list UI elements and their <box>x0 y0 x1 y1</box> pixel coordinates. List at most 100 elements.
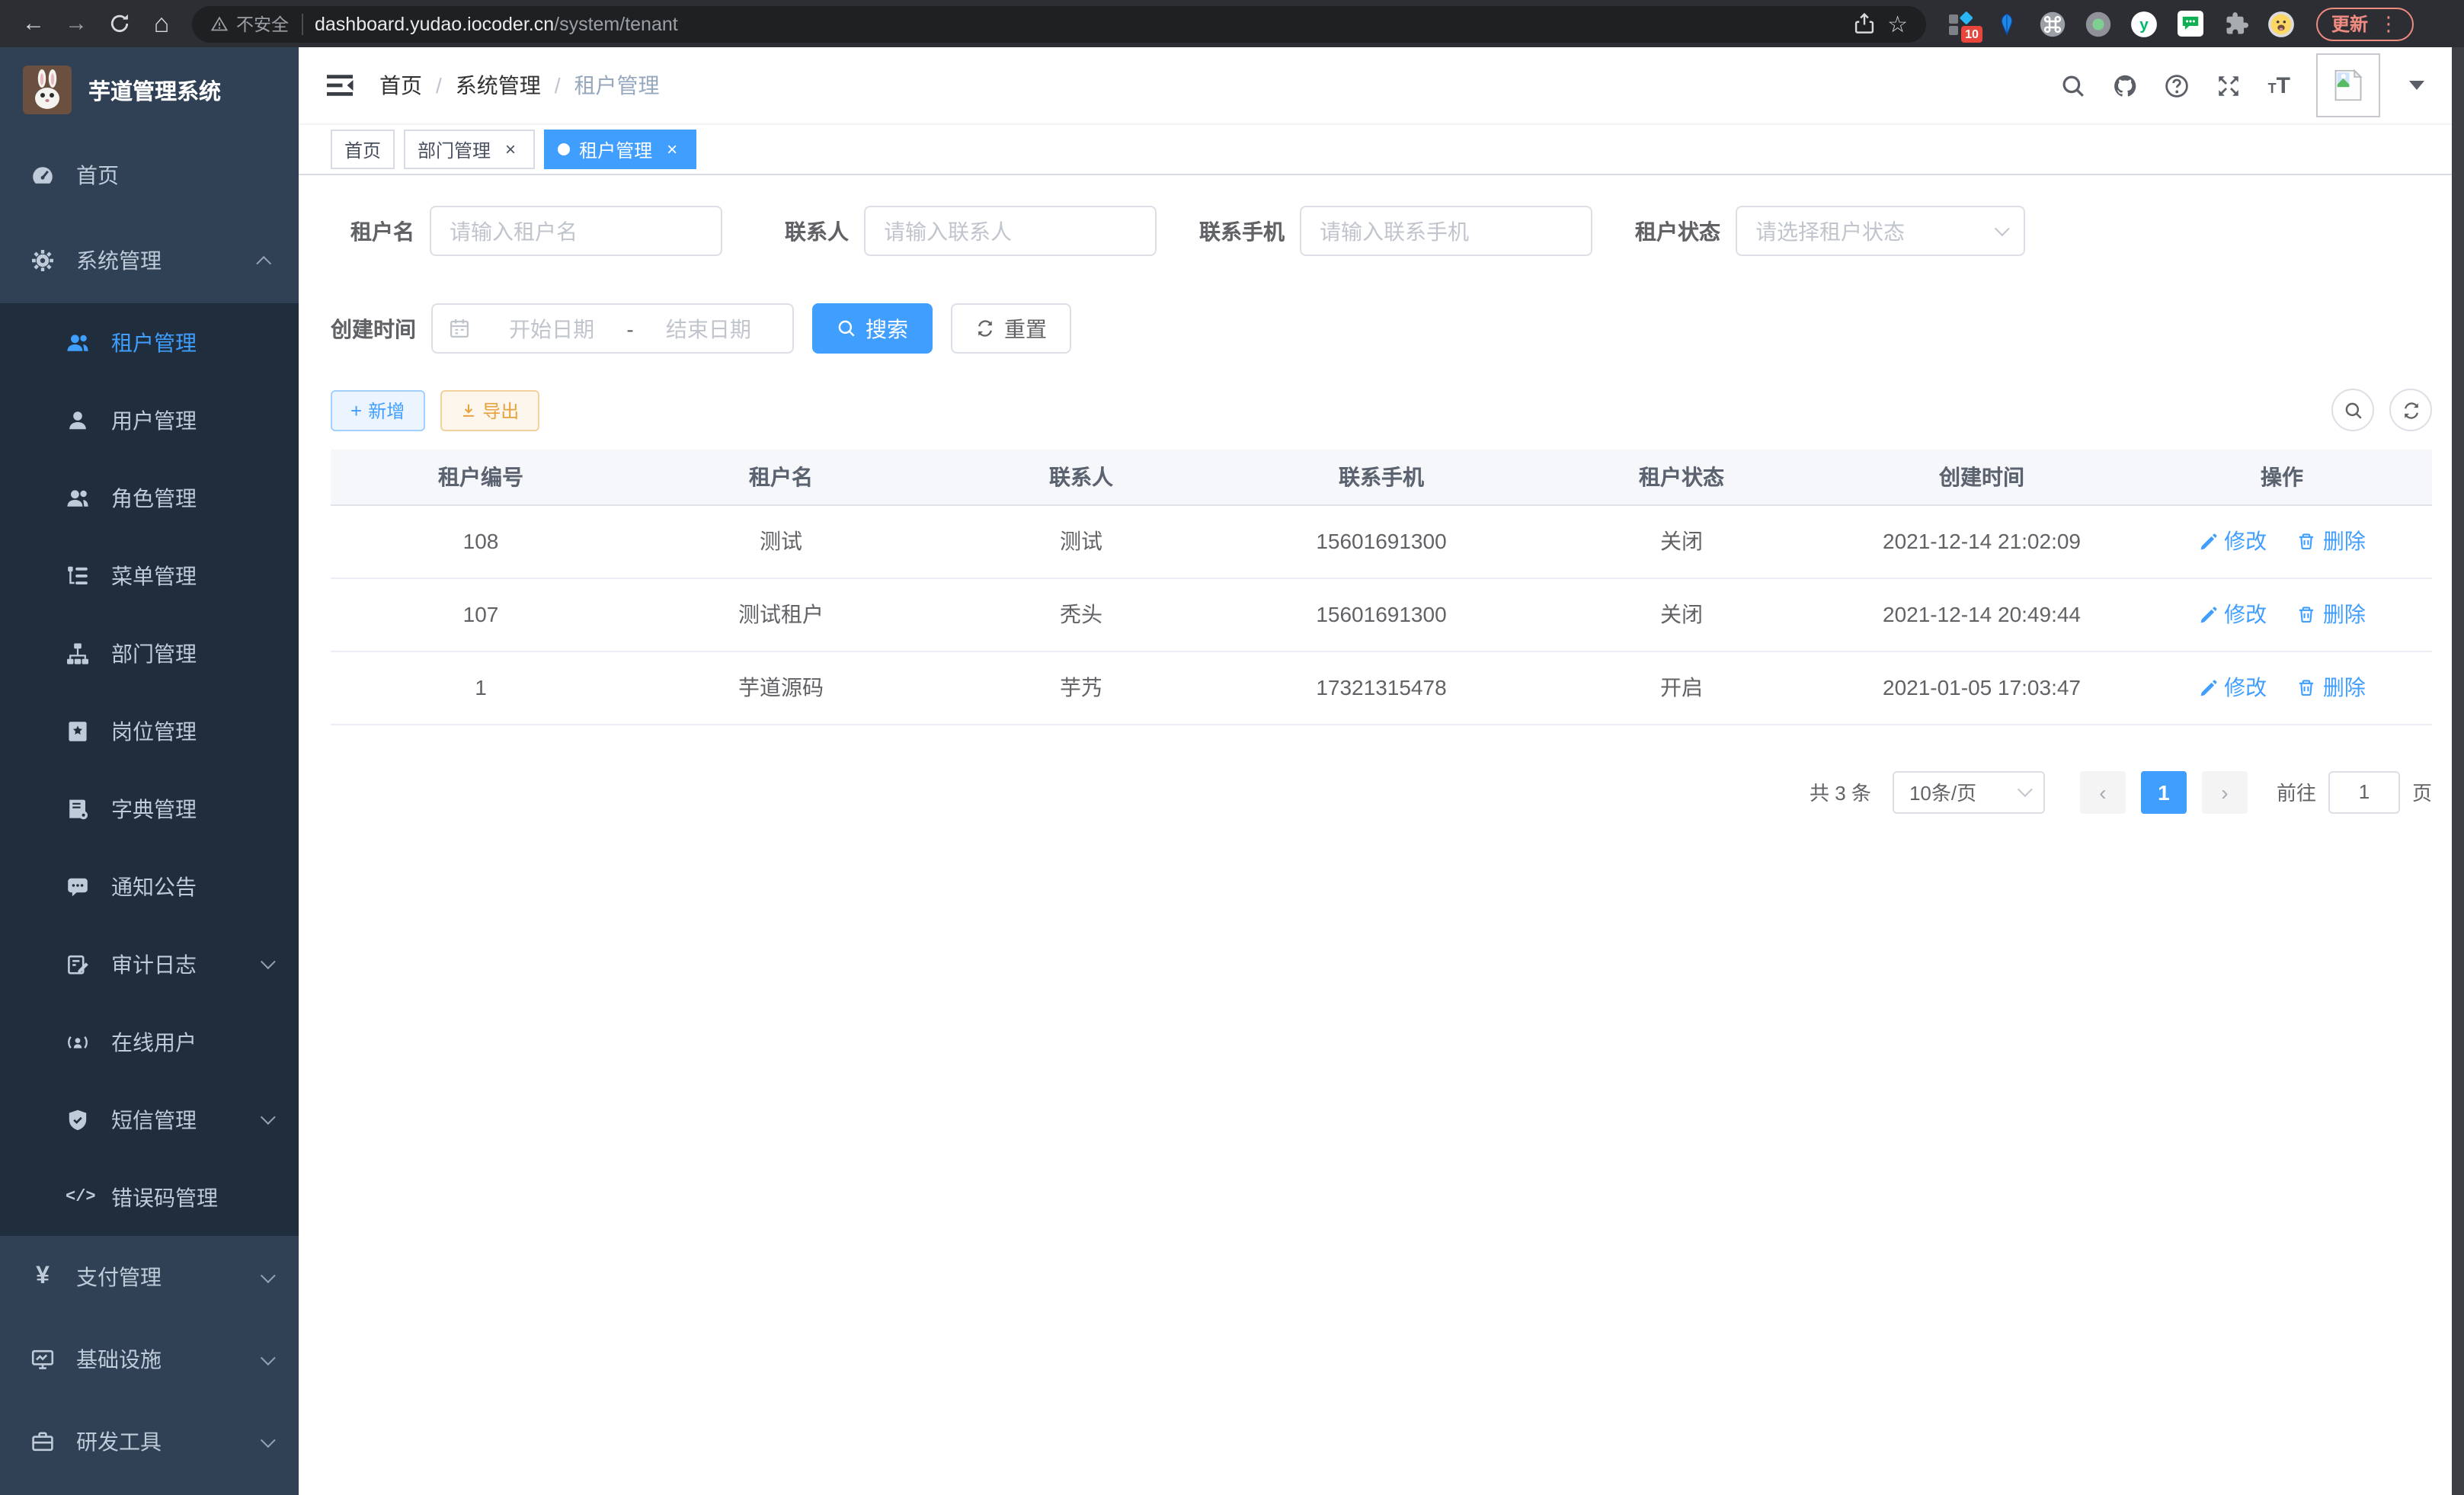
sidebar-item-dict[interactable]: 字典管理 <box>0 770 299 847</box>
status-select[interactable]: 请选择租户状态 <box>1736 206 2025 256</box>
tab-tenant[interactable]: 租户管理 × <box>544 130 696 169</box>
table-row: 108 测试 测试 15601691300 关闭 2021-12-14 21:0… <box>331 504 2432 578</box>
extensions-puzzle-icon[interactable] <box>2222 10 2249 37</box>
sidebar-item-post[interactable]: 岗位管理 <box>0 692 299 770</box>
search-icon[interactable] <box>2061 72 2087 98</box>
goto-label: 前往 <box>2277 777 2316 806</box>
export-button[interactable]: 导出 <box>440 389 539 431</box>
log-edit-icon <box>66 952 90 976</box>
delete-link[interactable]: 删除 <box>2297 526 2366 556</box>
dictionary-icon <box>66 796 90 821</box>
sidebar-item-notice[interactable]: 通知公告 <box>0 847 299 925</box>
sidebar-toggle-icon[interactable] <box>325 70 355 101</box>
trash-icon <box>2297 604 2317 624</box>
extension-command-icon[interactable] <box>2039 10 2066 37</box>
hide-search-button[interactable] <box>2331 389 2374 431</box>
pencil-icon <box>2198 531 2218 551</box>
browser-back-button[interactable]: ← <box>15 5 52 42</box>
page-size-select[interactable]: 10条/页 <box>1893 770 2045 813</box>
contact-label: 联系人 <box>765 216 864 246</box>
sidebar-item-user[interactable]: 用户管理 <box>0 381 299 459</box>
breadcrumb-home[interactable]: 首页 <box>379 70 422 101</box>
edit-link[interactable]: 修改 <box>2198 599 2267 629</box>
breadcrumb-current: 租户管理 <box>574 70 660 101</box>
fullscreen-icon[interactable] <box>2216 72 2242 98</box>
refresh-icon <box>975 319 995 338</box>
browser-update-button[interactable]: 更新 ⋮ <box>2316 7 2414 40</box>
tab-home[interactable]: 首页 <box>331 130 395 169</box>
close-icon[interactable]: × <box>661 139 683 160</box>
page-number-1[interactable]: 1 <box>2141 770 2187 813</box>
reset-button[interactable]: 重置 <box>951 303 1071 354</box>
date-range-picker[interactable]: 开始日期 - 结束日期 <box>431 303 794 354</box>
extension-yuque-icon[interactable]: y <box>2130 10 2158 37</box>
next-page-button[interactable]: › <box>2202 770 2248 813</box>
sidebar-item-pay[interactable]: ¥ 支付管理 <box>0 1236 299 1318</box>
refresh-button[interactable] <box>2389 389 2432 431</box>
browser-forward-button[interactable]: → <box>58 5 94 42</box>
extension-kite-icon[interactable] <box>1993 10 2021 37</box>
user-avatar[interactable] <box>2316 53 2380 117</box>
app-logo[interactable]: 芋道管理系统 <box>0 47 299 133</box>
bookmark-star-icon[interactable]: ☆ <box>1887 10 1908 37</box>
extension-record-icon[interactable] <box>2085 10 2112 37</box>
contact-input[interactable] <box>864 206 1157 256</box>
sidebar-item-audit-log[interactable]: 审计日志 <box>0 925 299 1003</box>
breadcrumb-separator: / <box>436 73 442 98</box>
prev-page-button[interactable]: ‹ <box>2080 770 2126 813</box>
avatar-caret-icon[interactable] <box>2409 81 2424 90</box>
sidebar-item-errcode[interactable]: </> 错误码管理 <box>0 1158 299 1236</box>
font-size-icon[interactable]: TT <box>2268 72 2290 98</box>
breadcrumb-system[interactable]: 系统管理 <box>456 70 541 101</box>
security-status[interactable]: 不安全 <box>210 11 289 36</box>
browser-scrollbar[interactable] <box>2452 47 2464 1495</box>
sidebar-item-sms[interactable]: 短信管理 <box>0 1080 299 1158</box>
tenant-name-input[interactable] <box>430 206 722 256</box>
search-button[interactable]: 搜索 <box>812 303 933 354</box>
share-icon[interactable] <box>1852 12 1875 35</box>
cell-created: 2021-12-14 20:49:44 <box>1832 578 2132 651</box>
add-button[interactable]: + 新增 <box>331 389 424 431</box>
sidebar-item-label: 用户管理 <box>111 405 271 435</box>
sidebar-item-menu[interactable]: 菜单管理 <box>0 536 299 614</box>
help-icon[interactable] <box>2165 72 2190 98</box>
table-toolbar: + 新增 导出 <box>331 389 2432 431</box>
col-tenant-id: 租户编号 <box>331 450 631 504</box>
sidebar-item-system[interactable]: 系统管理 <box>0 218 299 303</box>
extension-chat-icon[interactable] <box>2176 10 2203 37</box>
sidebar-item-home[interactable]: 首页 <box>0 133 299 218</box>
col-created: 创建时间 <box>1832 450 2132 504</box>
sidebar-item-label: 字典管理 <box>111 793 271 824</box>
browser-home-button[interactable]: ⌂ <box>143 5 180 42</box>
date-end-placeholder: 结束日期 <box>640 313 777 344</box>
profile-avatar-icon[interactable] <box>2267 10 2295 37</box>
reload-icon <box>107 12 130 35</box>
browser-reload-button[interactable] <box>101 5 137 42</box>
github-icon[interactable] <box>2113 72 2139 98</box>
sidebar-item-dept[interactable]: 部门管理 <box>0 614 299 692</box>
edit-link[interactable]: 修改 <box>2198 672 2267 703</box>
sidebar-item-devtool[interactable]: 研发工具 <box>0 1401 299 1483</box>
tab-label: 首页 <box>344 136 381 162</box>
browser-menu-icon[interactable]: ⋮ <box>2379 11 2398 36</box>
sidebar-item-role[interactable]: 角色管理 <box>0 459 299 536</box>
address-bar[interactable]: 不安全 dashboard.yudao.iocoder.cn/system/te… <box>192 5 1926 42</box>
tenant-table: 租户编号 租户名 联系人 联系手机 租户状态 创建时间 操作 108 测试 <box>331 450 2432 725</box>
extension-blocks-icon[interactable]: 10 <box>1947 10 1975 37</box>
tab-dept[interactable]: 部门管理 × <box>404 130 535 169</box>
back-icon: ← <box>22 11 45 37</box>
goto-page-input[interactable] <box>2328 770 2400 813</box>
mobile-input[interactable] <box>1300 206 1592 256</box>
table-row: 1 芋道源码 芋艿 17321315478 开启 2021-01-05 17:0… <box>331 651 2432 724</box>
sidebar-item-tenant[interactable]: 租户管理 <box>0 303 299 381</box>
sidebar-item-infra[interactable]: 基础设施 <box>0 1318 299 1401</box>
edit-link[interactable]: 修改 <box>2198 526 2267 556</box>
close-icon[interactable]: × <box>500 139 521 160</box>
delete-link[interactable]: 删除 <box>2297 672 2366 703</box>
tenant-name-label: 租户名 <box>331 216 430 246</box>
sidebar-item-label: 菜单管理 <box>111 560 271 591</box>
active-tab-dot <box>558 143 570 155</box>
sidebar-item-online-user[interactable]: 在线用户 <box>0 1003 299 1080</box>
cell-contact: 秃头 <box>931 578 1231 651</box>
delete-link[interactable]: 删除 <box>2297 599 2366 629</box>
